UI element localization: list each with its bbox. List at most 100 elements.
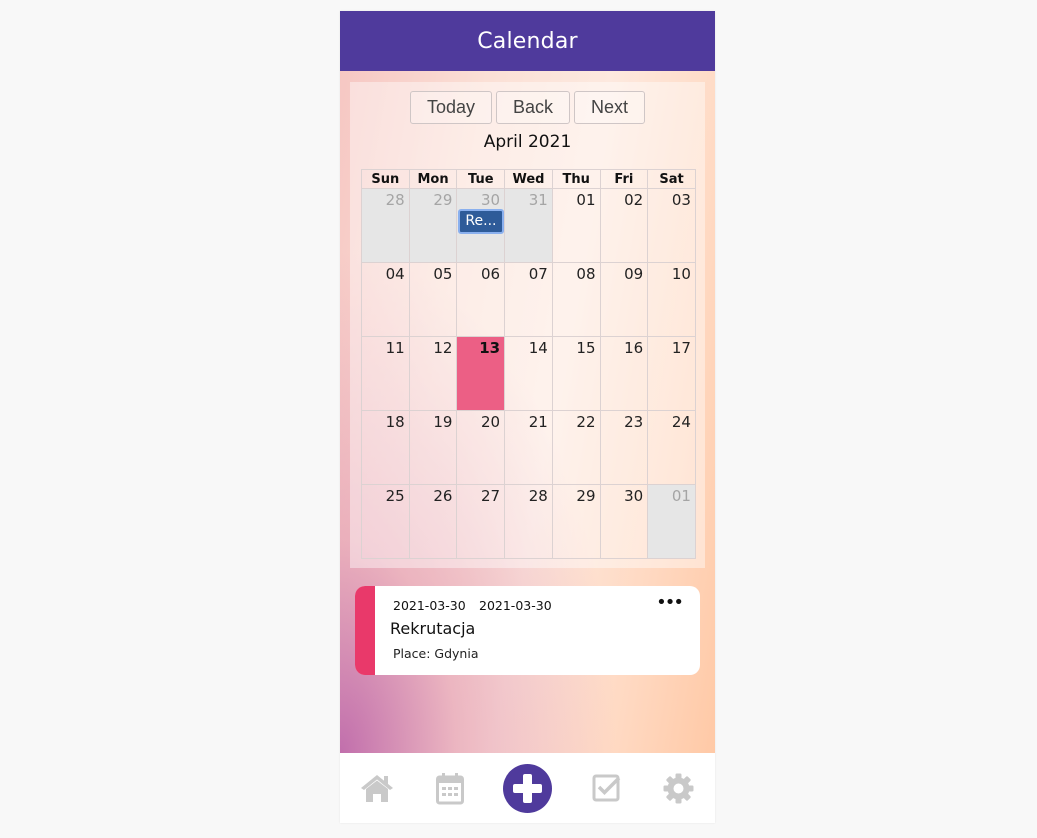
day-cell[interactable]: 17	[648, 337, 696, 411]
calendar-toolbar: Today Back Next	[410, 91, 645, 124]
day-cell[interactable]: 28	[362, 189, 410, 263]
day-number: 22	[576, 413, 596, 431]
day-number: 11	[385, 339, 405, 357]
day-number: 28	[528, 487, 548, 505]
week-row: 04 05 06 07 08 09 10	[362, 263, 696, 337]
day-cell-today[interactable]: 13	[457, 337, 506, 411]
month-label: April 2021	[483, 132, 572, 152]
day-number: 13	[479, 339, 501, 357]
day-number: 03	[671, 191, 691, 209]
weekday-label: Sun	[362, 170, 410, 189]
day-cell[interactable]: 18	[362, 411, 410, 485]
day-number: 30	[624, 487, 644, 505]
day-cell[interactable]: 10	[648, 263, 696, 337]
day-number: 29	[576, 487, 596, 505]
day-cell[interactable]: 21	[505, 411, 553, 485]
day-cell[interactable]: 30 Re...	[457, 189, 506, 263]
day-cell[interactable]: 24	[648, 411, 696, 485]
day-cell[interactable]: 31	[505, 189, 553, 263]
today-button[interactable]: Today	[410, 91, 492, 124]
day-number: 20	[481, 413, 501, 431]
day-cell[interactable]: 08	[552, 263, 601, 337]
event-title: Rekrutacja	[390, 619, 476, 638]
day-number: 31	[528, 191, 548, 209]
day-cell[interactable]: 30	[600, 485, 649, 559]
day-number: 17	[671, 339, 691, 357]
page-title: Calendar	[477, 28, 578, 54]
day-cell[interactable]: 11	[362, 337, 410, 411]
day-cell[interactable]: 01	[648, 485, 696, 559]
day-number: 23	[624, 413, 644, 431]
add-event-button[interactable]	[503, 764, 552, 813]
day-cell[interactable]: 29	[552, 485, 601, 559]
gear-icon[interactable]	[663, 773, 694, 804]
weekday-label: Sat	[648, 170, 696, 189]
day-number: 01	[671, 487, 691, 505]
weekday-label: Mon	[409, 170, 458, 189]
day-cell[interactable]: 04	[362, 263, 410, 337]
day-cell[interactable]: 01	[552, 189, 601, 263]
event-color-stripe	[355, 586, 375, 675]
day-cell[interactable]: 29	[409, 189, 458, 263]
more-options-icon[interactable]: •••	[656, 592, 684, 613]
day-cell[interactable]: 02	[600, 189, 649, 263]
weekday-label: Tue	[457, 170, 506, 189]
calendar-icon[interactable]	[436, 773, 464, 805]
event-start-date: 2021-03-30	[393, 598, 466, 613]
bottom-navigation	[340, 753, 715, 823]
checkbox-icon[interactable]	[592, 773, 622, 803]
day-number: 28	[385, 191, 405, 209]
day-number: 07	[528, 265, 548, 283]
weekday-header: Sun Mon Tue Wed Thu Fri Sat	[362, 170, 696, 189]
back-button[interactable]: Back	[496, 91, 570, 124]
day-cell[interactable]: 22	[552, 411, 601, 485]
day-number: 05	[433, 265, 453, 283]
day-cell[interactable]: 28	[505, 485, 553, 559]
home-icon[interactable]	[360, 773, 394, 803]
day-number: 02	[624, 191, 644, 209]
day-cell[interactable]: 05	[409, 263, 458, 337]
event-chip[interactable]: Re...	[458, 209, 505, 234]
day-cell[interactable]: 07	[505, 263, 553, 337]
day-cell[interactable]: 20	[457, 411, 506, 485]
day-cell[interactable]: 14	[505, 337, 553, 411]
day-cell[interactable]: 19	[409, 411, 458, 485]
weekday-label: Fri	[600, 170, 649, 189]
day-number: 29	[433, 191, 453, 209]
event-place: Place: Gdynia	[393, 646, 479, 661]
app-screen: Calendar Today Back Next April 2021 Sun …	[340, 11, 715, 823]
day-cell[interactable]: 15	[552, 337, 601, 411]
day-number: 01	[576, 191, 596, 209]
event-end-date: 2021-03-30	[479, 598, 552, 613]
day-cell[interactable]: 26	[409, 485, 458, 559]
day-cell[interactable]: 09	[600, 263, 649, 337]
plus-icon	[513, 774, 542, 803]
weekday-label: Wed	[505, 170, 553, 189]
day-number: 16	[624, 339, 644, 357]
day-number: 24	[671, 413, 691, 431]
week-row: 28 29 30 Re... 31 01 02 03	[362, 189, 696, 263]
day-number: 09	[624, 265, 644, 283]
day-number: 26	[433, 487, 453, 505]
day-number: 21	[528, 413, 548, 431]
day-number: 30	[481, 191, 501, 209]
day-cell[interactable]: 03	[648, 189, 696, 263]
week-row: 25 26 27 28 29 30 01	[362, 485, 696, 559]
day-cell[interactable]: 23	[600, 411, 649, 485]
next-button[interactable]: Next	[574, 91, 645, 124]
day-cell[interactable]: 12	[409, 337, 458, 411]
day-number: 27	[481, 487, 501, 505]
app-header: Calendar	[340, 11, 715, 71]
day-cell[interactable]: 16	[600, 337, 649, 411]
day-cell[interactable]: 25	[362, 485, 410, 559]
event-card[interactable]: 2021-03-30 2021-03-30 ••• Rekrutacja Pla…	[355, 586, 700, 675]
day-cell[interactable]: 06	[457, 263, 506, 337]
day-number: 10	[671, 265, 691, 283]
day-cell[interactable]: 27	[457, 485, 506, 559]
day-number: 12	[433, 339, 453, 357]
day-number: 04	[385, 265, 405, 283]
week-row: 11 12 13 14 15 16 17	[362, 337, 696, 411]
day-number: 25	[385, 487, 405, 505]
day-number: 06	[481, 265, 501, 283]
weekday-label: Thu	[552, 170, 601, 189]
